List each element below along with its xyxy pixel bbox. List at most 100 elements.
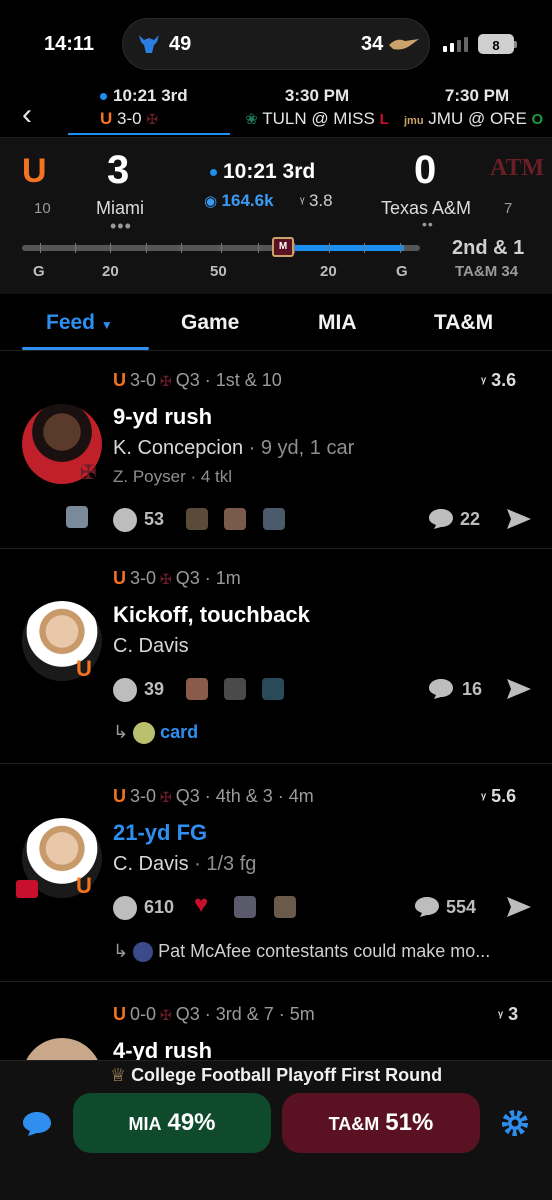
- feed-item-1-meta: U 3-0 ✠ Q3 · 1st & 10: [113, 370, 282, 390]
- drive-progress-bar: [290, 245, 404, 251]
- live-activity-island[interactable]: 49 34: [122, 18, 430, 70]
- falcons-logo-icon: [389, 39, 419, 50]
- home-more-icon[interactable]: •••: [110, 216, 132, 237]
- feed-item-1-vote[interactable]: ᵞ 3.6: [481, 370, 516, 391]
- down-distance: 2nd & 1: [452, 237, 525, 259]
- chevron-down-icon: ▼: [100, 318, 113, 332]
- comment-icon[interactable]: [428, 678, 454, 700]
- battery-icon: 8: [478, 34, 517, 54]
- share-icon[interactable]: [506, 508, 532, 530]
- tulane-logo-icon: ❀: [245, 111, 258, 128]
- feed-item-4-vote[interactable]: ᵞ 3: [498, 1004, 518, 1025]
- strip-game-2-matchup: TULN @ MISS: [262, 109, 375, 128]
- tam-logo-icon: ✠: [80, 462, 97, 484]
- user-avatar: [133, 942, 154, 963]
- trophy-icon: ♕: [109, 1065, 127, 1085]
- comment-icon[interactable]: [428, 508, 454, 530]
- chat-icon[interactable]: [22, 1111, 52, 1137]
- strip-game-2-time: 3:30 PM: [284, 86, 350, 105]
- divider: [0, 763, 552, 764]
- strip-game-3[interactable]: 7:30 PM jmu JMU @ ORE O: [402, 86, 552, 129]
- tab-mia[interactable]: MIA: [318, 311, 357, 335]
- reply-arrow-icon: ↳: [113, 722, 129, 742]
- miami-logo-icon: U: [100, 109, 113, 128]
- reaction-count: 610: [144, 897, 175, 917]
- back-chevron-icon[interactable]: ‹: [22, 98, 32, 132]
- tab-feed[interactable]: Feed ▼: [46, 311, 113, 335]
- yard-label: 50: [210, 263, 227, 280]
- tam-logo-icon: ✠: [160, 373, 172, 389]
- strip-game-3-matchup: JMU @ ORE: [428, 109, 527, 128]
- reply-arrow-icon: ↳: [113, 941, 129, 961]
- tab-tam[interactable]: TA&M: [434, 311, 493, 335]
- yard-label: 20: [320, 263, 337, 280]
- divider: [0, 548, 552, 549]
- island-right-score: 34: [361, 33, 384, 55]
- tam-logo-icon: ✠: [160, 1007, 172, 1023]
- tam-vote-button[interactable]: TA&M 51%: [282, 1093, 480, 1153]
- live-dot-icon: [210, 168, 217, 176]
- game-clock: 10:21 3rd: [210, 160, 315, 184]
- tab-game[interactable]: Game: [181, 311, 239, 335]
- smiley-icon[interactable]: [113, 508, 137, 532]
- heart-icon[interactable]: ♥: [194, 891, 208, 919]
- vote-icon: ᵞ: [481, 373, 487, 389]
- comment-icon[interactable]: [414, 896, 440, 918]
- reaction-count: 39: [144, 679, 165, 699]
- ball-marker-icon: M: [272, 237, 294, 257]
- feed-item-3-title[interactable]: 21-yd FG: [113, 820, 207, 846]
- viewers: ◉ 164.6k: [204, 191, 274, 211]
- jmu-logo-icon: jmu: [404, 115, 424, 127]
- user-avatar: [224, 508, 246, 530]
- feed-item-3-player[interactable]: C. Davis · 1/3 fg: [113, 853, 256, 876]
- tam-logo-icon: ✠: [160, 571, 172, 587]
- feed-item-3-meta: U 3-0 ✠ Q3 · 4th & 3 · 4m: [113, 786, 314, 806]
- tam-logo-icon: ATM: [490, 155, 545, 181]
- away-more-icon[interactable]: ••: [422, 216, 434, 232]
- playoff-banner: ♕ College Football Playoff First Round: [109, 1065, 443, 1085]
- strip-selected-indicator: [68, 133, 230, 135]
- island-left-score: 49: [169, 33, 192, 55]
- yard-label: G: [396, 263, 408, 280]
- user-avatar: [234, 896, 256, 918]
- strip-game-1-score: 3-0: [117, 109, 142, 128]
- feed-item-2-reply[interactable]: ↳ card: [113, 722, 198, 745]
- miami-logo-icon: U: [22, 152, 47, 190]
- feed-item-1-player[interactable]: K. Concepcion · 9 yd, 1 car: [113, 437, 354, 460]
- share-icon[interactable]: [506, 678, 532, 700]
- feed-item-1-title[interactable]: 9-yd rush: [113, 404, 212, 430]
- feed-item-2-title[interactable]: Kickoff, touchback: [113, 602, 310, 628]
- reaction-count: 53: [144, 509, 165, 529]
- feed-item-3-reply[interactable]: ↳ Pat McAfee contestants could make mo..…: [113, 941, 490, 963]
- smiley-icon[interactable]: [113, 896, 137, 920]
- shoe-icon: [16, 880, 38, 898]
- feed-item-3-vote[interactable]: ᵞ 5.6: [481, 786, 516, 807]
- user-avatar: [186, 678, 208, 700]
- home-score: 3: [107, 148, 130, 192]
- feed-item-1-player2[interactable]: Z. Poyser · 4 tkl: [113, 467, 232, 487]
- away-score: 0: [414, 148, 437, 192]
- status-time: 14:11: [44, 33, 95, 55]
- comment-count: 22: [460, 509, 481, 529]
- home-rank: 10: [34, 200, 51, 217]
- user-avatar: [263, 508, 285, 530]
- miami-logo-icon: U: [113, 568, 126, 588]
- feed-item-4-meta: U 0-0 ✠ Q3 · 3rd & 7 · 5m: [113, 1004, 315, 1024]
- mia-vote-button[interactable]: MIA 49%: [73, 1093, 271, 1153]
- miami-logo-icon: U: [113, 370, 126, 390]
- comment-count: 554: [446, 897, 477, 917]
- smiley-icon[interactable]: [113, 678, 137, 702]
- share-icon[interactable]: [506, 896, 532, 918]
- vote-icon: ᵞ: [300, 193, 305, 209]
- strip-game-1[interactable]: 10:21 3rd U 3-0 ✠: [100, 86, 188, 129]
- strip-game-2[interactable]: 3:30 PM ❀ TULN @ MISS L: [232, 86, 402, 129]
- feed-item-2-player[interactable]: C. Davis: [113, 635, 189, 658]
- oregon-logo-icon: O: [531, 111, 544, 128]
- ole-miss-logo-icon: L: [379, 111, 389, 128]
- miami-logo-icon: U: [113, 1004, 126, 1024]
- user-avatar: [66, 506, 88, 528]
- yard-label: 20: [102, 263, 119, 280]
- miami-logo-icon: U: [76, 656, 92, 681]
- vote-icon: ᵞ: [481, 789, 487, 805]
- gear-icon[interactable]: [500, 1108, 530, 1138]
